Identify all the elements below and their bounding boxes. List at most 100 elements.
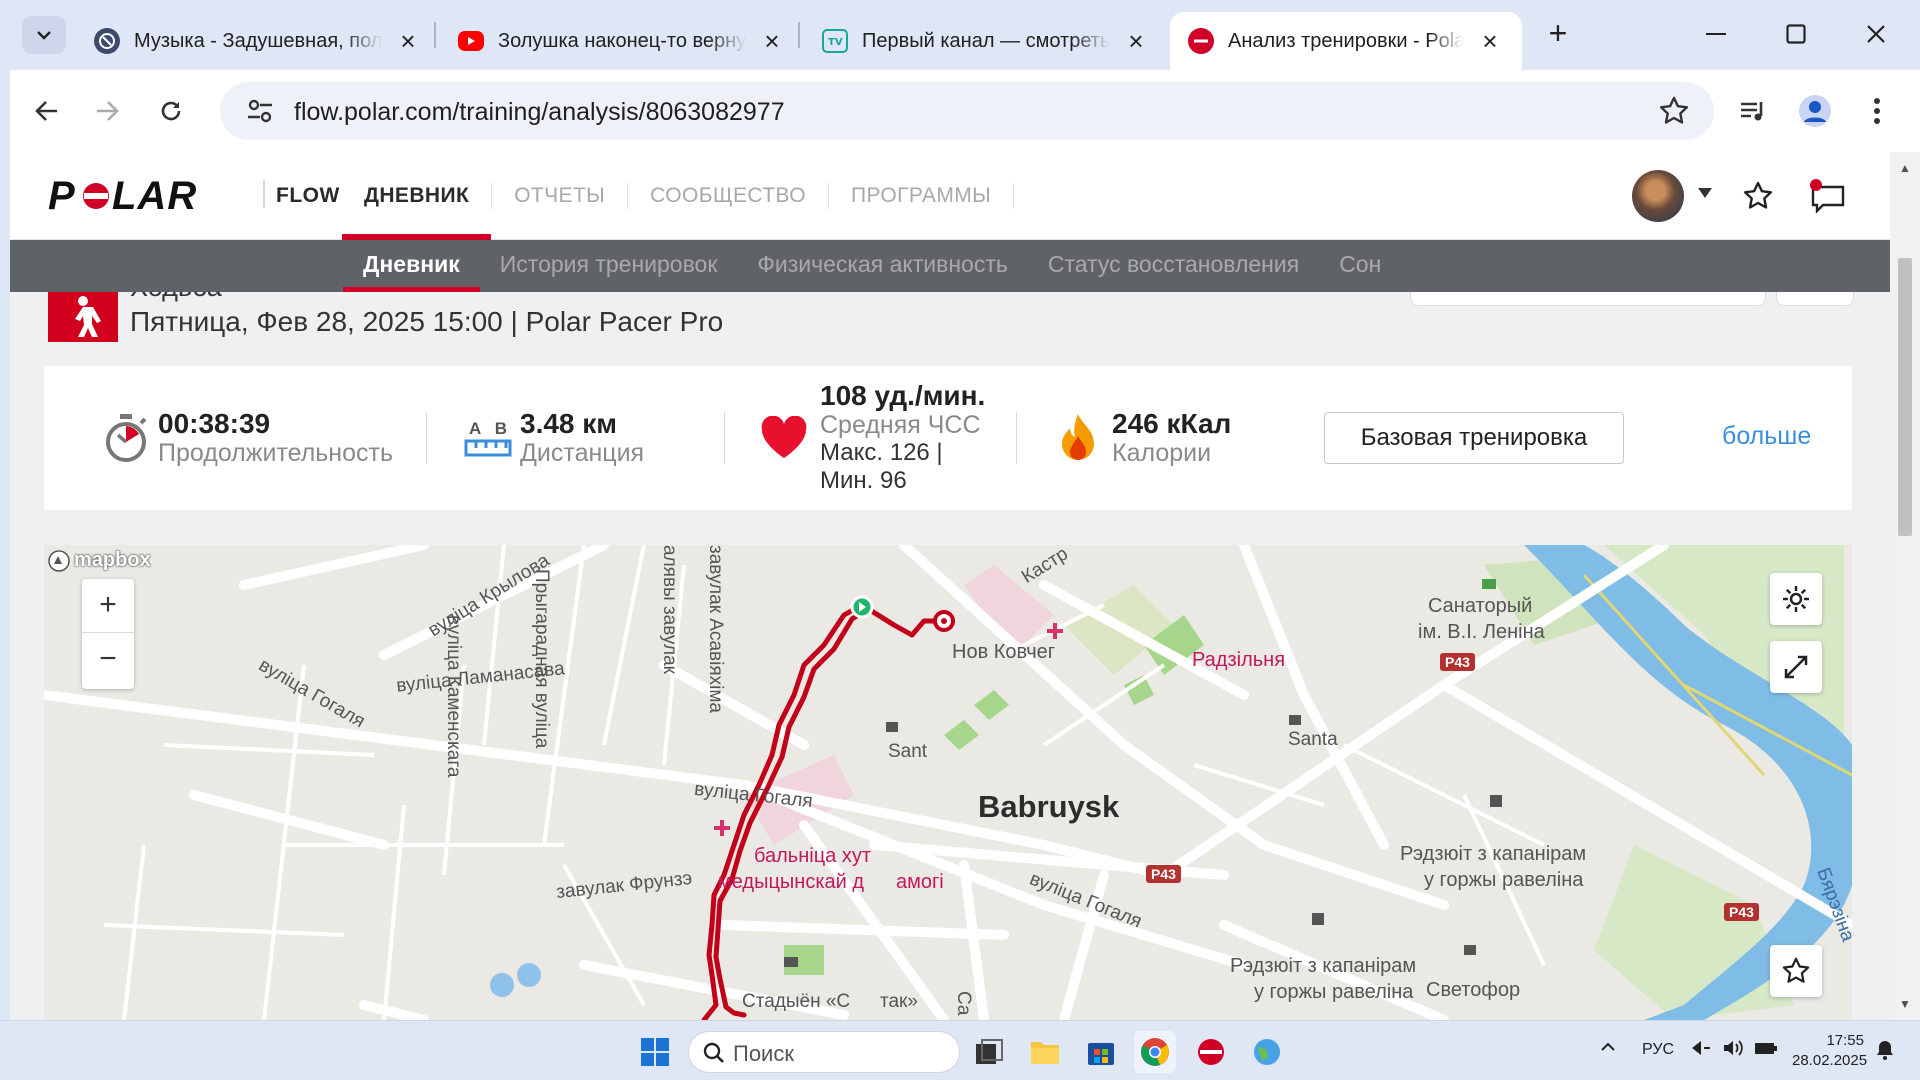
close-tab-icon[interactable]: × <box>1122 27 1150 55</box>
tab-strip: Музыка - Задушевная, полу × Золушка нако… <box>0 0 1920 70</box>
maps-app-button[interactable] <box>1246 1031 1288 1073</box>
mapbox-logo[interactable]: mapbox <box>48 549 151 572</box>
browser-tab[interactable]: Золушка наконец-то верну × <box>440 12 800 70</box>
address-bar[interactable]: flow.polar.com/training/analysis/8063082… <box>220 82 1714 140</box>
calories-value: 246 кКал <box>1112 408 1232 439</box>
map-place-label: Sant <box>888 741 928 762</box>
nav-diary[interactable]: ДНЕВНИК <box>342 152 492 240</box>
subnav-activity[interactable]: Физическая активность <box>737 240 1027 292</box>
subnav-recovery[interactable]: Статус восстановления <box>1028 240 1319 292</box>
network-icon[interactable] <box>1690 1039 1712 1062</box>
language-indicator[interactable]: РУС <box>1642 1041 1674 1059</box>
nav-community[interactable]: СООБЩЕСТВО <box>628 152 828 240</box>
url-text[interactable]: flow.polar.com/training/analysis/8063082… <box>294 98 785 127</box>
max-hr-text: Макс. 126 | <box>820 439 943 466</box>
close-tab-icon[interactable]: × <box>394 27 422 55</box>
scroll-up-icon[interactable]: ▲ <box>1897 162 1913 174</box>
battery-icon[interactable] <box>1754 1039 1778 1062</box>
favorites-button[interactable] <box>1736 174 1780 218</box>
minimize-button[interactable] <box>1686 14 1746 54</box>
taskbar-search[interactable]: Поиск <box>688 1031 960 1073</box>
maximize-button[interactable] <box>1766 14 1826 54</box>
browser-tab[interactable]: Музыка - Задушевная, полу × <box>76 12 436 70</box>
store-button[interactable] <box>1080 1031 1122 1073</box>
notifications-button[interactable] <box>1806 174 1850 218</box>
task-view-button[interactable] <box>968 1031 1010 1073</box>
map-place-label: Стадыён «С <box>742 991 851 1012</box>
tab-divider <box>798 22 800 48</box>
polar-app-button[interactable] <box>1190 1031 1232 1073</box>
polar-logo[interactable]: P LAR <box>48 176 248 216</box>
map-place-label: так» <box>880 991 918 1012</box>
subnav-sleep[interactable]: Сон <box>1319 240 1401 292</box>
nav-reports[interactable]: ОТЧЕТЫ <box>492 152 627 240</box>
close-tab-icon[interactable]: × <box>758 27 786 55</box>
distance-stat: A B 3.48 км Дистанция <box>462 366 644 510</box>
map-settings-button[interactable] <box>1770 573 1822 625</box>
training-summary: 00:38:39 Продолжительность A B 3.48 км Д… <box>44 366 1852 510</box>
start-button[interactable] <box>634 1031 676 1073</box>
min-hr-text: Мин. 96 <box>820 467 907 494</box>
notification-center-icon[interactable] <box>1874 1039 1896 1066</box>
map-favorite-button[interactable] <box>1770 945 1822 997</box>
search-icon <box>703 1042 724 1063</box>
logo-divider <box>263 180 265 208</box>
session-selector[interactable] <box>1410 292 1766 306</box>
tray-expand-icon[interactable] <box>1600 1039 1616 1057</box>
subnav-training-history[interactable]: История тренировок <box>480 240 738 292</box>
map-canvas <box>44 545 1852 1020</box>
reload-button[interactable] <box>148 88 194 134</box>
basic-training-button[interactable]: Базовая тренировка <box>1324 412 1624 464</box>
nav-programs[interactable]: ПРОГРАММЫ <box>829 152 1013 240</box>
avatar[interactable] <box>1632 170 1684 222</box>
forward-button[interactable] <box>84 88 130 134</box>
site-settings-icon[interactable] <box>246 97 274 125</box>
profile-button[interactable] <box>1792 88 1838 134</box>
tab-search-menu-button[interactable] <box>22 16 66 54</box>
more-link[interactable]: больше <box>1722 422 1811 451</box>
map-street-label: алявы завулак <box>659 545 680 674</box>
map-place-label: Светофор <box>1426 979 1521 1001</box>
map-fullscreen-button[interactable] <box>1770 641 1822 693</box>
map-place-label: Santa <box>1288 729 1338 750</box>
session-menu[interactable] <box>1776 292 1854 306</box>
volume-icon[interactable] <box>1722 1039 1744 1062</box>
calories-label: Калории <box>1112 439 1212 467</box>
new-tab-button[interactable]: + <box>1540 16 1576 52</box>
clock[interactable]: 17:55 28.02.2025 <box>1792 1031 1867 1071</box>
chrome-button[interactable] <box>1134 1031 1176 1073</box>
stat-divider <box>426 412 427 464</box>
close-tab-icon[interactable]: × <box>1476 27 1504 55</box>
scroll-down-icon[interactable]: ▼ <box>1897 998 1913 1010</box>
map-street-label: завулак Асавіяхіма <box>705 545 726 713</box>
more-vertical-icon <box>1874 98 1880 124</box>
browser-tab-active[interactable]: Анализ тренировки - Polar × <box>1170 12 1522 70</box>
map-place-label: у горжы равеліна <box>1254 981 1414 1003</box>
browser-menu-button[interactable] <box>1854 88 1900 134</box>
sub-nav: Дневник История тренировок Физическая ак… <box>10 240 1890 292</box>
map-city-label: Babruysk <box>978 789 1120 824</box>
caret-down-icon[interactable] <box>1698 188 1712 198</box>
map-poi-label: медыцынскай д <box>718 871 865 893</box>
browser-tab[interactable]: TV Первый канал — смотреть × <box>804 12 1164 70</box>
tab-divider <box>434 22 436 48</box>
scrollbar-thumb[interactable] <box>1898 258 1912 536</box>
map-place-label: Санаторый <box>1428 595 1533 617</box>
polar-icon <box>1188 28 1214 54</box>
zoom-in-button[interactable]: + <box>82 579 134 633</box>
flow-label[interactable]: FLOW <box>276 184 340 208</box>
bookmark-star-icon[interactable] <box>1658 95 1690 127</box>
zoom-out-button[interactable]: − <box>82 633 134 687</box>
tab-title: Первый канал — смотреть <box>862 29 1110 52</box>
globe-icon <box>1254 1039 1280 1065</box>
page-scrollbar[interactable]: ▲ ▼ <box>1890 152 1920 1020</box>
close-window-button[interactable] <box>1846 14 1906 54</box>
map-place-label: Нов Ковчег <box>952 641 1056 663</box>
file-explorer-button[interactable] <box>1024 1031 1066 1073</box>
subnav-diary[interactable]: Дневник <box>343 240 480 292</box>
media-controls-button[interactable] <box>1730 88 1776 134</box>
route-map[interactable]: вуліца Крылова вуліца Каменскага Прыгара… <box>44 545 1852 1020</box>
back-button[interactable] <box>24 88 70 134</box>
minimize-icon <box>1706 33 1726 35</box>
arrow-right-icon <box>97 101 119 121</box>
